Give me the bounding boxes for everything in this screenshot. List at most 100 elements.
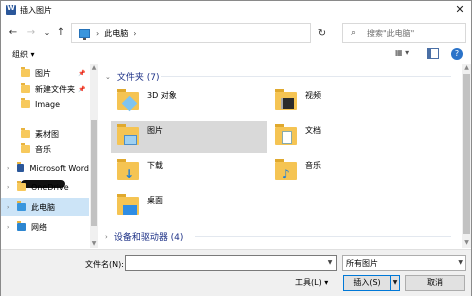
folder-icon <box>117 123 139 147</box>
folder-icon <box>21 128 30 138</box>
preview-pane-icon[interactable] <box>427 48 439 59</box>
sidebar-item[interactable]: 音乐 <box>1 140 89 158</box>
sidebar-item[interactable]: › 网络 <box>1 218 89 236</box>
group-divider <box>195 236 451 237</box>
desk-overlay-icon <box>123 205 137 215</box>
expand-chevron-icon[interactable]: › <box>7 165 9 172</box>
folder-label: 文档 <box>305 126 321 135</box>
file-type-value[interactable]: 所有图片 <box>346 258 378 269</box>
insert-picture-dialog: 插入图片 ✕ ← → ⌄ ↑ › 此电脑 › ↻ ⌕ 搜索"此电脑" 组织 ▾ … <box>0 0 472 296</box>
folder-label: 3D 对象 <box>147 91 177 100</box>
folder-tile[interactable]: 视频 <box>269 86 425 118</box>
pin-icon[interactable]: 📌 <box>78 70 85 77</box>
up-button[interactable]: ↑ <box>55 26 67 40</box>
navigation-pane: 图片 📌 新建文件夹 📌 Image 素材图 音乐 › Microsoft Word › OneDr… <box>1 64 89 248</box>
folder-icon <box>117 193 139 217</box>
search-box[interactable]: ⌕ 搜索"此电脑" <box>342 23 466 43</box>
folder-icon <box>21 98 30 108</box>
expand-chevron-icon[interactable]: › <box>7 204 9 211</box>
search-icon: ⌕ <box>351 28 357 38</box>
content-scroll-down-icon[interactable]: ▼ <box>462 239 471 248</box>
folder-label: 图片 <box>147 126 163 135</box>
pic-overlay-icon <box>124 135 137 145</box>
music-overlay-icon: ♪ <box>282 167 290 181</box>
folder-label: 音乐 <box>305 161 321 170</box>
sidebar-item-label: 此电脑 <box>31 202 55 212</box>
sidebar-item-label: OneDrive <box>31 182 69 192</box>
recent-locations-button[interactable]: ⌄ <box>41 26 53 40</box>
folder-tile[interactable]: ♪ 音乐 <box>269 156 425 188</box>
cancel-button[interactable]: 取消 <box>405 275 465 291</box>
folder-label: 桌面 <box>147 196 163 205</box>
group-header-devices[interactable]: › 设备和驱动器 (4) <box>105 230 184 244</box>
network-icon <box>17 221 26 231</box>
folder-label: 下载 <box>147 161 163 170</box>
folder-tile[interactable]: 图片 <box>111 121 267 153</box>
group-header-folders[interactable]: ⌄ 文件夹 (7) <box>105 70 160 84</box>
folder-tile[interactable]: ↓ 下载 <box>111 156 267 188</box>
folder-tile[interactable]: 文档 <box>269 121 425 153</box>
back-button[interactable]: ← <box>7 26 19 40</box>
tools-menu[interactable]: 工具(L) ▾ <box>295 277 328 288</box>
nav-scroll-thumb[interactable] <box>91 120 97 226</box>
content-scroll-up-icon[interactable]: ▲ <box>462 64 471 73</box>
down-overlay-icon: ↓ <box>124 167 135 181</box>
help-icon[interactable]: ? <box>451 48 463 60</box>
filename-input[interactable]: ▼ <box>125 255 337 271</box>
folder-tile[interactable]: 3D 对象 <box>111 86 267 118</box>
refresh-button[interactable]: ↻ <box>315 27 329 41</box>
sidebar-item-label: 新建文件夹 <box>35 84 75 94</box>
nav-scrollbar[interactable]: ▲ ▼ <box>90 64 98 248</box>
close-button[interactable]: ✕ <box>452 3 468 17</box>
group-header-label: 文件夹 (7) <box>116 73 160 83</box>
pin-icon[interactable]: 📌 <box>78 86 85 93</box>
folder-icon <box>17 181 26 191</box>
group-header-label: 设备和驱动器 (4) <box>113 233 184 243</box>
3d-overlay-icon <box>121 95 138 112</box>
address-bar[interactable]: › 此电脑 › <box>71 23 311 43</box>
breadcrumb-separator[interactable]: › <box>96 29 99 38</box>
folder-icon <box>21 83 30 93</box>
sidebar-item[interactable]: › Microsoft Word <box>1 159 89 177</box>
content-scrollbar[interactable]: ▲ ▼ <box>462 64 471 248</box>
filename-label: 文件名(N): <box>85 260 124 269</box>
content-scroll-thumb[interactable] <box>463 74 470 234</box>
breadcrumb-separator-end[interactable]: › <box>133 29 136 38</box>
insert-options-dropdown-icon[interactable]: ▼ <box>391 275 400 291</box>
folder-tile[interactable]: 桌面 <box>111 191 267 223</box>
forward-button[interactable]: → <box>25 26 37 40</box>
folder-label: 视频 <box>305 91 321 100</box>
organize-menu[interactable]: 组织 ▾ <box>12 49 35 60</box>
group-divider <box>161 76 451 77</box>
sidebar-item-label: 图片 <box>35 68 51 78</box>
computer-icon <box>17 201 26 211</box>
command-bar: 组织 ▾ ▦ ▾ ? <box>1 45 471 63</box>
folder-icon <box>21 67 30 77</box>
file-type-dropdown-icon[interactable]: ▼ <box>458 256 463 270</box>
folder-icon <box>275 123 297 147</box>
breadcrumb-this-pc[interactable]: 此电脑 <box>104 28 128 39</box>
address-row: ← → ⌄ ↑ › 此电脑 › ↻ ⌕ 搜索"此电脑" <box>1 21 471 45</box>
change-view-button[interactable]: ▦ ▾ <box>395 48 415 60</box>
collapse-chevron-icon[interactable]: ⌄ <box>105 73 111 81</box>
sidebar-item[interactable]: › 此电脑 <box>1 198 89 216</box>
sidebar-item-label: Microsoft Word <box>29 163 89 173</box>
sidebar-item[interactable]: › OneDrive <box>1 178 89 196</box>
computer-icon <box>79 28 90 40</box>
insert-button[interactable]: 插入(S) <box>343 275 391 291</box>
doc-overlay-icon <box>282 131 292 144</box>
expand-chevron-icon[interactable]: › <box>7 224 9 231</box>
folder-icon <box>117 88 139 112</box>
expand-chevron-icon[interactable]: › <box>105 233 108 241</box>
file-type-select[interactable]: 所有图片 ▼ <box>342 255 466 271</box>
sidebar-item-label: 素材图 <box>35 129 59 139</box>
scroll-down-arrow-icon[interactable]: ▼ <box>90 240 98 248</box>
window-title: 插入图片 <box>20 5 52 15</box>
scroll-up-arrow-icon[interactable]: ▲ <box>90 64 98 72</box>
filename-dropdown-icon[interactable]: ▼ <box>325 256 335 270</box>
expand-chevron-icon[interactable]: › <box>7 184 9 191</box>
file-content-area: ⌄ 文件夹 (7) 3D 对象 视频图片 文档 ↓ 下载 ♪ 音乐桌面 › 设备和驱动器 (4) <box>99 64 461 248</box>
sidebar-item-label: 网络 <box>31 222 47 232</box>
folder-icon: ↓ <box>117 158 139 182</box>
footer-panel: 文件名(N): ▼ 所有图片 ▼ 工具(L) ▾ 插入(S) ▼ 取消 <box>1 249 471 296</box>
